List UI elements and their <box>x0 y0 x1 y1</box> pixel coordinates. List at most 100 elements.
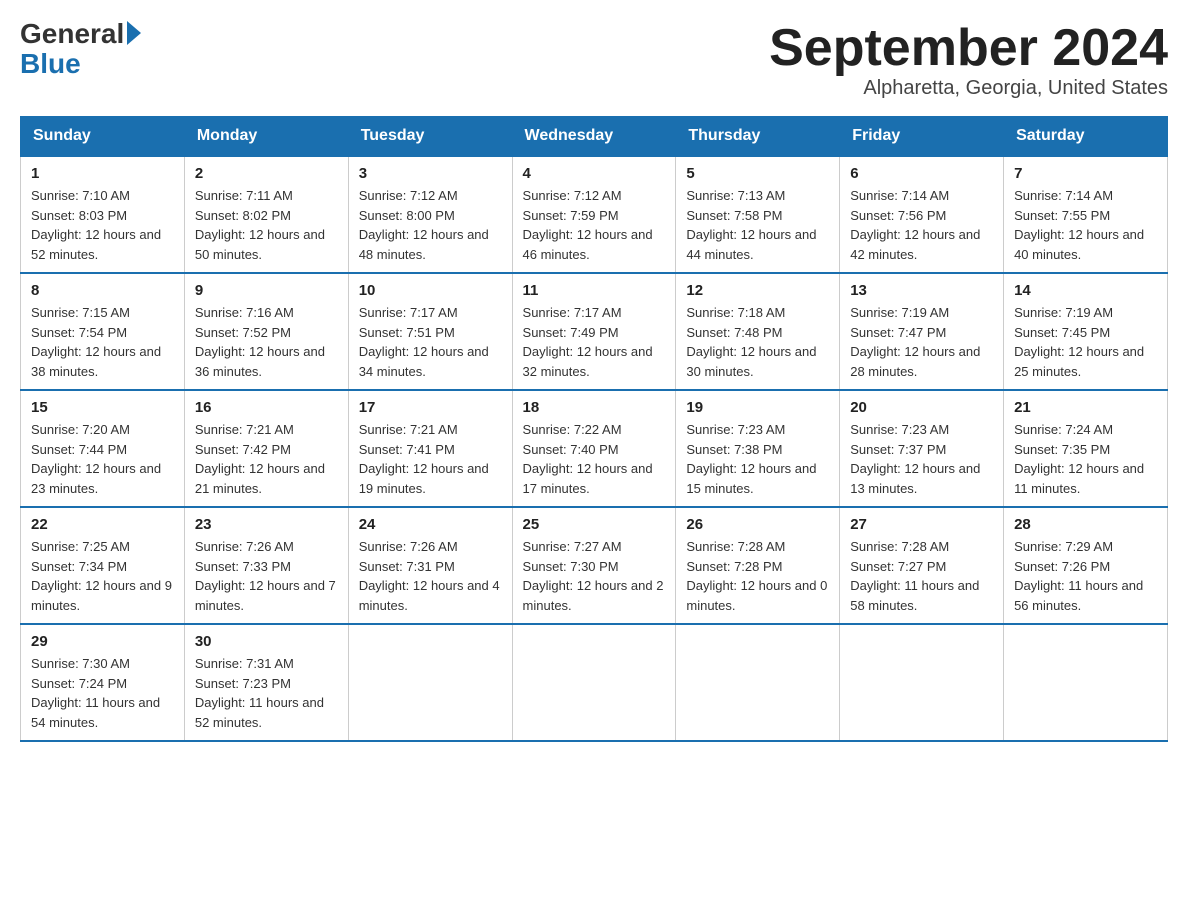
sunset-text: Sunset: 7:31 PM <box>359 559 455 574</box>
calendar-day-cell: 18 Sunrise: 7:22 AM Sunset: 7:40 PM Dayl… <box>512 390 676 507</box>
daylight-text: Daylight: 12 hours and 48 minutes. <box>359 227 489 262</box>
day-number: 23 <box>195 516 338 533</box>
calendar-day-cell: 2 Sunrise: 7:11 AM Sunset: 8:02 PM Dayli… <box>184 156 348 273</box>
logo-blue-text: Blue <box>20 48 81 80</box>
day-number: 12 <box>686 282 829 299</box>
daylight-text: Daylight: 12 hours and 50 minutes. <box>195 227 325 262</box>
sunset-text: Sunset: 7:34 PM <box>31 559 127 574</box>
sunrise-text: Sunrise: 7:11 AM <box>195 188 293 203</box>
calendar-day-cell: 1 Sunrise: 7:10 AM Sunset: 8:03 PM Dayli… <box>21 156 185 273</box>
day-info: Sunrise: 7:10 AM Sunset: 8:03 PM Dayligh… <box>31 186 174 264</box>
daylight-text: Daylight: 12 hours and 15 minutes. <box>686 461 816 496</box>
day-info: Sunrise: 7:12 AM Sunset: 7:59 PM Dayligh… <box>523 186 666 264</box>
calendar-header-thursday: Thursday <box>676 117 840 157</box>
month-title: September 2024 <box>769 20 1168 77</box>
daylight-text: Daylight: 11 hours and 58 minutes. <box>850 578 979 613</box>
day-number: 21 <box>1014 399 1157 416</box>
sunset-text: Sunset: 7:37 PM <box>850 442 946 457</box>
sunrise-text: Sunrise: 7:22 AM <box>523 422 622 437</box>
day-number: 29 <box>31 633 174 650</box>
sunrise-text: Sunrise: 7:18 AM <box>686 305 785 320</box>
calendar-day-cell: 8 Sunrise: 7:15 AM Sunset: 7:54 PM Dayli… <box>21 273 185 390</box>
daylight-text: Daylight: 12 hours and 0 minutes. <box>686 578 827 613</box>
day-info: Sunrise: 7:31 AM Sunset: 7:23 PM Dayligh… <box>195 654 338 732</box>
sunset-text: Sunset: 7:59 PM <box>523 208 619 223</box>
calendar-header-sunday: Sunday <box>21 117 185 157</box>
daylight-text: Daylight: 12 hours and 11 minutes. <box>1014 461 1144 496</box>
sunrise-text: Sunrise: 7:14 AM <box>1014 188 1113 203</box>
sunset-text: Sunset: 7:52 PM <box>195 325 291 340</box>
sunset-text: Sunset: 7:41 PM <box>359 442 455 457</box>
day-info: Sunrise: 7:29 AM Sunset: 7:26 PM Dayligh… <box>1014 537 1157 615</box>
sunset-text: Sunset: 7:58 PM <box>686 208 782 223</box>
sunset-text: Sunset: 7:51 PM <box>359 325 455 340</box>
daylight-text: Daylight: 12 hours and 9 minutes. <box>31 578 172 613</box>
calendar-week-row: 22 Sunrise: 7:25 AM Sunset: 7:34 PM Dayl… <box>21 507 1168 624</box>
daylight-text: Daylight: 12 hours and 13 minutes. <box>850 461 980 496</box>
sunrise-text: Sunrise: 7:20 AM <box>31 422 130 437</box>
sunrise-text: Sunrise: 7:17 AM <box>359 305 458 320</box>
sunrise-text: Sunrise: 7:15 AM <box>31 305 130 320</box>
calendar-header-friday: Friday <box>840 117 1004 157</box>
day-info: Sunrise: 7:14 AM Sunset: 7:55 PM Dayligh… <box>1014 186 1157 264</box>
sunset-text: Sunset: 7:56 PM <box>850 208 946 223</box>
sunset-text: Sunset: 8:02 PM <box>195 208 291 223</box>
sunset-text: Sunset: 7:26 PM <box>1014 559 1110 574</box>
calendar-day-cell <box>1004 624 1168 741</box>
calendar-day-cell: 12 Sunrise: 7:18 AM Sunset: 7:48 PM Dayl… <box>676 273 840 390</box>
day-number: 26 <box>686 516 829 533</box>
daylight-text: Daylight: 12 hours and 23 minutes. <box>31 461 161 496</box>
daylight-text: Daylight: 12 hours and 34 minutes. <box>359 344 489 379</box>
calendar-day-cell: 23 Sunrise: 7:26 AM Sunset: 7:33 PM Dayl… <box>184 507 348 624</box>
calendar-header-tuesday: Tuesday <box>348 117 512 157</box>
daylight-text: Daylight: 12 hours and 25 minutes. <box>1014 344 1144 379</box>
calendar-day-cell: 29 Sunrise: 7:30 AM Sunset: 7:24 PM Dayl… <box>21 624 185 741</box>
day-number: 27 <box>850 516 993 533</box>
calendar-day-cell: 20 Sunrise: 7:23 AM Sunset: 7:37 PM Dayl… <box>840 390 1004 507</box>
sunrise-text: Sunrise: 7:23 AM <box>686 422 785 437</box>
day-number: 11 <box>523 282 666 299</box>
daylight-text: Daylight: 12 hours and 7 minutes. <box>195 578 336 613</box>
sunrise-text: Sunrise: 7:24 AM <box>1014 422 1113 437</box>
day-number: 19 <box>686 399 829 416</box>
logo-arrow-icon <box>127 21 141 45</box>
sunset-text: Sunset: 7:55 PM <box>1014 208 1110 223</box>
day-number: 20 <box>850 399 993 416</box>
day-number: 4 <box>523 165 666 182</box>
sunrise-text: Sunrise: 7:26 AM <box>359 539 458 554</box>
day-info: Sunrise: 7:23 AM Sunset: 7:38 PM Dayligh… <box>686 420 829 498</box>
day-number: 6 <box>850 165 993 182</box>
day-info: Sunrise: 7:16 AM Sunset: 7:52 PM Dayligh… <box>195 303 338 381</box>
calendar-day-cell: 4 Sunrise: 7:12 AM Sunset: 7:59 PM Dayli… <box>512 156 676 273</box>
sunset-text: Sunset: 7:47 PM <box>850 325 946 340</box>
calendar-day-cell: 10 Sunrise: 7:17 AM Sunset: 7:51 PM Dayl… <box>348 273 512 390</box>
daylight-text: Daylight: 12 hours and 19 minutes. <box>359 461 489 496</box>
calendar-day-cell: 15 Sunrise: 7:20 AM Sunset: 7:44 PM Dayl… <box>21 390 185 507</box>
calendar-day-cell: 9 Sunrise: 7:16 AM Sunset: 7:52 PM Dayli… <box>184 273 348 390</box>
daylight-text: Daylight: 12 hours and 44 minutes. <box>686 227 816 262</box>
day-number: 18 <box>523 399 666 416</box>
sunset-text: Sunset: 7:23 PM <box>195 676 291 691</box>
day-number: 30 <box>195 633 338 650</box>
sunset-text: Sunset: 7:35 PM <box>1014 442 1110 457</box>
calendar-week-row: 29 Sunrise: 7:30 AM Sunset: 7:24 PM Dayl… <box>21 624 1168 741</box>
calendar-day-cell <box>348 624 512 741</box>
day-info: Sunrise: 7:28 AM Sunset: 7:27 PM Dayligh… <box>850 537 993 615</box>
day-info: Sunrise: 7:22 AM Sunset: 7:40 PM Dayligh… <box>523 420 666 498</box>
calendar-day-cell: 11 Sunrise: 7:17 AM Sunset: 7:49 PM Dayl… <box>512 273 676 390</box>
day-info: Sunrise: 7:19 AM Sunset: 7:45 PM Dayligh… <box>1014 303 1157 381</box>
logo: General Blue <box>20 20 141 80</box>
day-info: Sunrise: 7:21 AM Sunset: 7:41 PM Dayligh… <box>359 420 502 498</box>
day-number: 1 <box>31 165 174 182</box>
calendar-day-cell: 22 Sunrise: 7:25 AM Sunset: 7:34 PM Dayl… <box>21 507 185 624</box>
calendar-day-cell: 5 Sunrise: 7:13 AM Sunset: 7:58 PM Dayli… <box>676 156 840 273</box>
calendar-header-monday: Monday <box>184 117 348 157</box>
sunrise-text: Sunrise: 7:28 AM <box>686 539 785 554</box>
sunset-text: Sunset: 7:42 PM <box>195 442 291 457</box>
sunrise-text: Sunrise: 7:26 AM <box>195 539 294 554</box>
day-number: 22 <box>31 516 174 533</box>
sunset-text: Sunset: 7:38 PM <box>686 442 782 457</box>
daylight-text: Daylight: 12 hours and 32 minutes. <box>523 344 653 379</box>
daylight-text: Daylight: 12 hours and 28 minutes. <box>850 344 980 379</box>
calendar-day-cell: 17 Sunrise: 7:21 AM Sunset: 7:41 PM Dayl… <box>348 390 512 507</box>
